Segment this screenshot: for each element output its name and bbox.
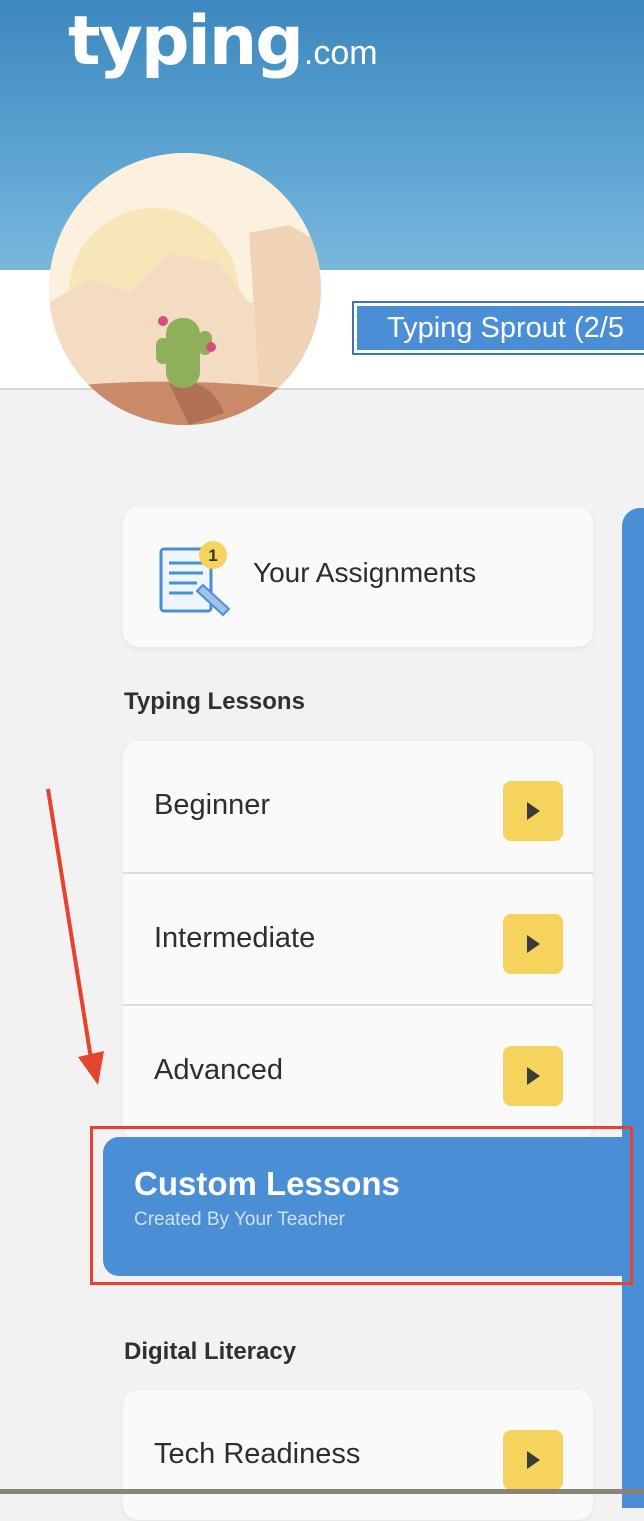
right-panel [622,508,644,1508]
your-assignments-card[interactable]: 1 Your Assignments [123,507,593,647]
assignment-icon: 1 [159,541,231,617]
logo-suffix-text: .com [303,34,378,72]
level-badge-label: Typing Sprout (2/5 [357,306,644,350]
annotation-highlight-box [90,1126,633,1285]
play-icon[interactable] [503,1046,563,1106]
lesson-row-tech-readiness[interactable]: Tech Readiness [123,1390,593,1521]
lesson-label: Intermediate [154,922,316,954]
digital-literacy-card: Tech Readiness [123,1390,593,1520]
lesson-label: Advanced [154,1054,283,1086]
play-icon[interactable] [503,914,563,974]
digital-literacy-heading: Digital Literacy [124,1338,297,1365]
desert-cactus-avatar-icon [49,153,321,425]
typing-lessons-heading: Typing Lessons [124,688,305,715]
play-icon[interactable] [503,1430,563,1490]
lesson-row-intermediate[interactable]: Intermediate [123,874,593,1005]
typing-lessons-card: Beginner Intermediate Advanced [123,741,593,1141]
typing-logo[interactable]: typing.com [68,2,378,81]
lesson-row-beginner[interactable]: Beginner [123,741,593,872]
level-badge: Typing Sprout (2/5 [352,301,644,355]
lesson-row-advanced[interactable]: Advanced [123,1006,593,1137]
assignment-badge-count: 1 [208,546,217,565]
lesson-label: Tech Readiness [154,1438,361,1470]
annotation-arrow [46,788,104,1085]
lesson-label: Beginner [154,789,271,821]
avatar[interactable] [49,153,321,425]
your-assignments-label: Your Assignments [253,557,477,588]
bottom-edge [0,1489,644,1494]
play-icon[interactable] [503,781,563,841]
logo-main-text: typing [68,2,304,81]
